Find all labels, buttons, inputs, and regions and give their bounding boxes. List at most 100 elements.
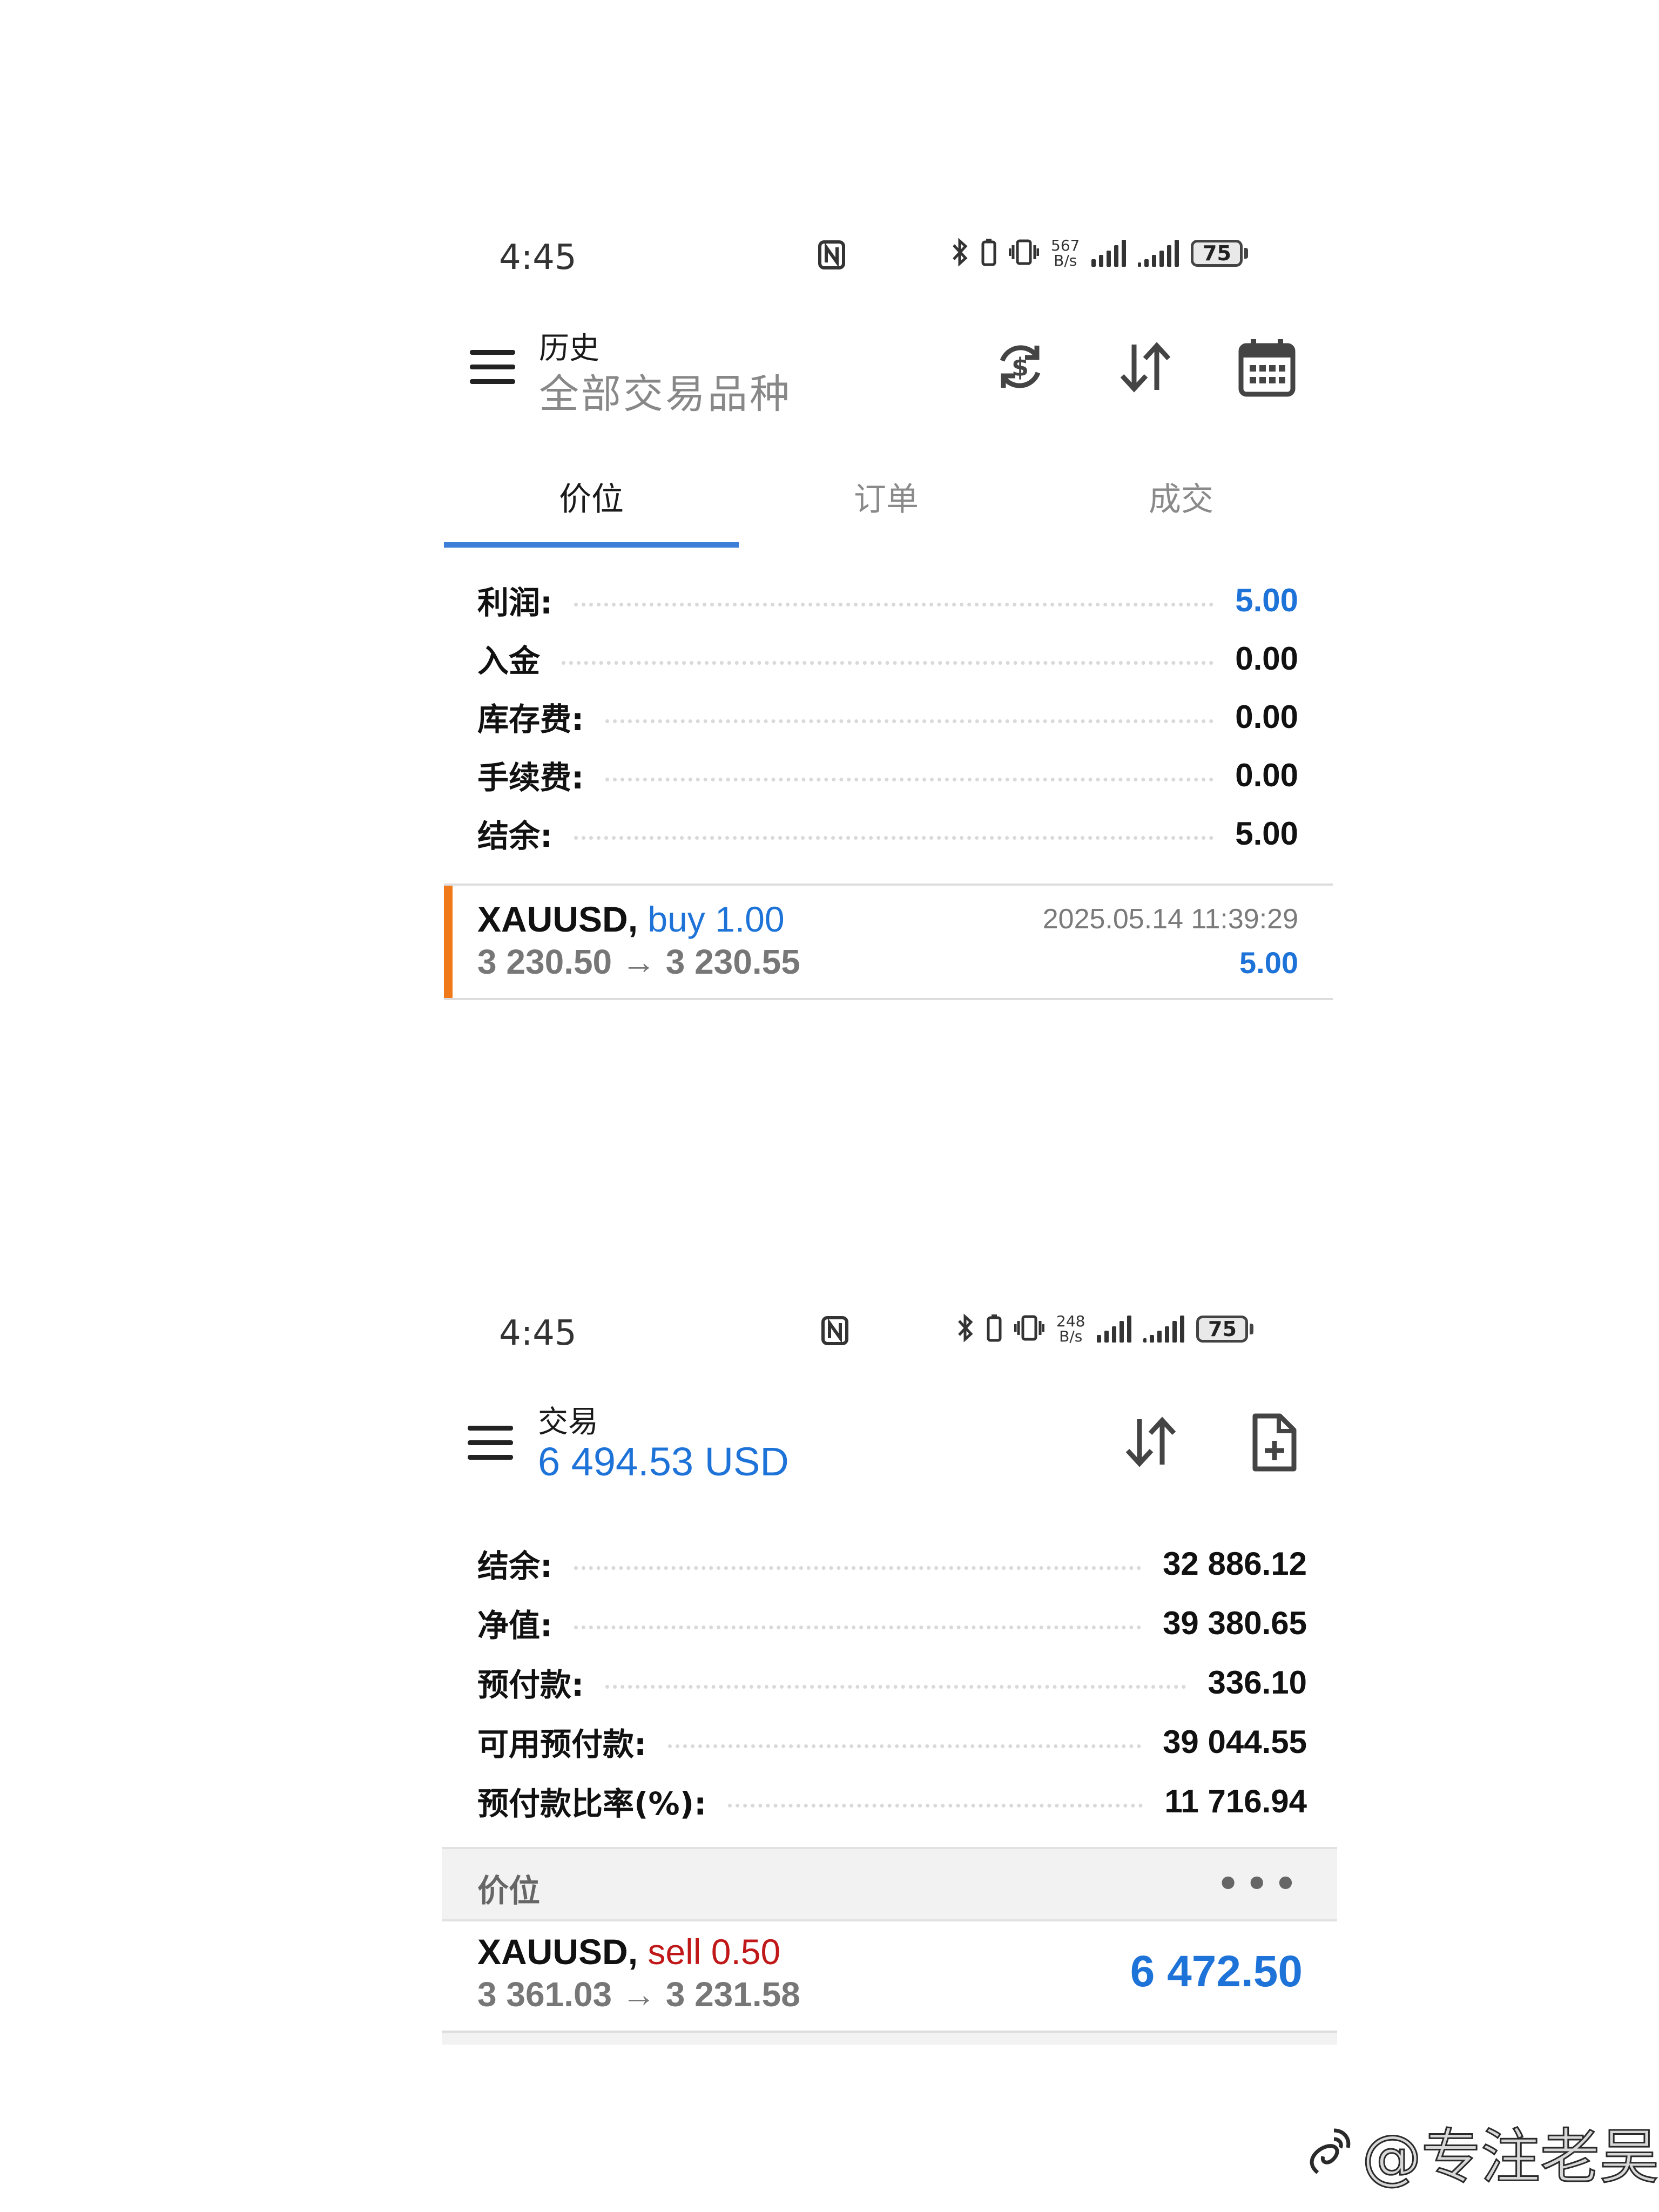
row-leader	[574, 602, 1214, 606]
summary-row-balance: 结余: 5.00	[477, 809, 1298, 858]
row-value: 0.00	[1235, 698, 1298, 735]
nfc-icon	[821, 1316, 849, 1354]
battery-level: 75	[1196, 1316, 1249, 1343]
deal-profit: 5.00	[1239, 946, 1298, 980]
weibo-icon	[1301, 2121, 1355, 2182]
row-value: 5.00	[1235, 815, 1298, 852]
new-order-icon[interactable]	[1251, 1413, 1297, 1475]
battery-icon: 75	[1196, 1316, 1254, 1343]
row-leader	[605, 1684, 1186, 1689]
deal-row[interactable]: XAUUSD, buy 1.00 3 230.50 → 3 230.55 202…	[444, 886, 1333, 999]
symbol-filter[interactable]: 全部交易品种	[539, 362, 792, 420]
battery-saver-icon	[986, 1313, 1002, 1345]
currency-exchange-icon[interactable]: $	[992, 338, 1049, 397]
menu-icon[interactable]	[470, 350, 515, 394]
row-label: 结余:	[477, 818, 553, 854]
row-value: 5.00	[1235, 582, 1298, 618]
row-value: 336.10	[1208, 1664, 1307, 1701]
row-label: 库存费:	[477, 701, 584, 738]
position-symbol: XAUUSD,	[477, 1932, 638, 1972]
list-bottom-band	[442, 2033, 1337, 2045]
status-cluster: 248 B/s 75	[956, 1313, 1254, 1345]
row-label: 预付款比率(%):	[477, 1785, 707, 1822]
svg-text:$: $	[1011, 353, 1029, 382]
nfc-icon	[818, 240, 846, 278]
bluetooth-icon	[950, 238, 969, 269]
tab-positions[interactable]: 价位	[444, 473, 739, 520]
bluetooth-icon	[956, 1313, 974, 1345]
battery-level: 75	[1191, 240, 1243, 267]
page-title: 历史	[539, 331, 599, 366]
row-label: 净值:	[477, 1607, 553, 1644]
deal-prices: 3 230.50 → 3 230.55	[477, 942, 800, 981]
signal-icon	[1091, 240, 1127, 267]
deal-symbol: XAUUSD,	[477, 899, 638, 939]
row-value: 0.00	[1235, 640, 1298, 677]
row-label: 可用预付款:	[477, 1726, 647, 1763]
row-label: 手续费:	[477, 759, 584, 796]
watermark-text: @专注老吴	[1361, 2122, 1659, 2193]
tab-indicator	[444, 542, 739, 548]
account-profit: 6 494.53 USD	[538, 1439, 789, 1484]
network-speed: 248 B/s	[1056, 1314, 1085, 1344]
network-speed: 567 B/s	[1051, 238, 1080, 268]
tab-deals[interactable]: 成交	[1034, 473, 1328, 520]
summary-row-swap: 库存费: 0.00	[477, 692, 1298, 741]
row-label: 结余:	[477, 1548, 553, 1584]
status-time: 4:45	[499, 1313, 577, 1353]
position-side: sell 0.50	[648, 1932, 781, 1972]
section-title: 价位	[477, 1872, 541, 1909]
menu-icon[interactable]	[468, 1426, 513, 1469]
row-value: 11 716.94	[1164, 1783, 1307, 1819]
sort-icon[interactable]	[1116, 340, 1175, 396]
row-label: 预付款:	[477, 1667, 584, 1703]
summary-row-margin-level: 预付款比率(%): 11 716.94	[477, 1777, 1307, 1825]
battery-saver-icon	[981, 238, 997, 269]
summary-row-free-margin: 可用预付款: 39 044.55	[477, 1717, 1307, 1766]
row-leader	[574, 835, 1214, 840]
more-icon[interactable]: •••	[1215, 1859, 1301, 1909]
signal-icon	[1138, 240, 1179, 267]
position-row[interactable]: XAUUSD, sell 0.50 3 361.03 → 3 231.58 6 …	[442, 1919, 1337, 2031]
row-leader	[562, 660, 1214, 665]
position-prices: 3 361.03 → 3 231.58	[477, 1975, 800, 2014]
summary-row-equity: 净值: 39 380.65	[477, 1599, 1307, 1647]
row-leader	[605, 777, 1214, 781]
row-label: 利润:	[477, 584, 553, 621]
row-leader	[574, 1625, 1142, 1629]
signal-icon	[1143, 1316, 1185, 1343]
row-leader	[728, 1803, 1143, 1808]
tab-orders[interactable]: 订单	[739, 473, 1034, 520]
summary-row-commission: 手续费: 0.00	[477, 751, 1298, 799]
row-leader	[605, 719, 1214, 723]
row-value: 39 380.65	[1163, 1604, 1307, 1641]
summary-row-profit: 利润: 5.00	[477, 576, 1298, 624]
status-time: 4:45	[499, 238, 577, 278]
summary-row-margin: 预付款: 336.10	[477, 1658, 1307, 1707]
position-profit: 6 472.50	[1130, 1947, 1303, 1996]
divider	[444, 998, 1333, 1000]
speed-value: 248	[1056, 1312, 1085, 1330]
calendar-icon[interactable]	[1238, 338, 1296, 400]
row-value: 39 044.55	[1163, 1723, 1307, 1760]
page-title: 交易	[538, 1405, 598, 1440]
position-symbol-line: XAUUSD, sell 0.50	[477, 1931, 780, 1972]
signal-icon	[1097, 1316, 1132, 1343]
summary-row-deposit: 入金 0.00	[477, 634, 1298, 683]
deal-side: buy 1.00	[648, 899, 785, 939]
sort-icon[interactable]	[1121, 1415, 1181, 1471]
speed-value: 567	[1051, 237, 1080, 254]
deal-symbol-line: XAUUSD, buy 1.00	[477, 899, 785, 940]
deal-time: 2025.05.14 11:39:29	[1042, 903, 1298, 935]
watermark: @专注老吴	[1301, 2108, 1659, 2195]
battery-icon: 75	[1191, 240, 1249, 267]
row-leader	[668, 1744, 1142, 1748]
vibrate-icon	[1008, 238, 1040, 269]
speed-unit: B/s	[1059, 1327, 1083, 1345]
vibrate-icon	[1014, 1313, 1045, 1345]
row-label: 入金	[477, 643, 541, 679]
row-value: 0.00	[1235, 757, 1298, 793]
deal-type-marker	[444, 886, 453, 999]
summary-row-balance: 结余: 32 886.12	[477, 1539, 1307, 1588]
status-cluster: 567 B/s 75	[950, 238, 1249, 269]
